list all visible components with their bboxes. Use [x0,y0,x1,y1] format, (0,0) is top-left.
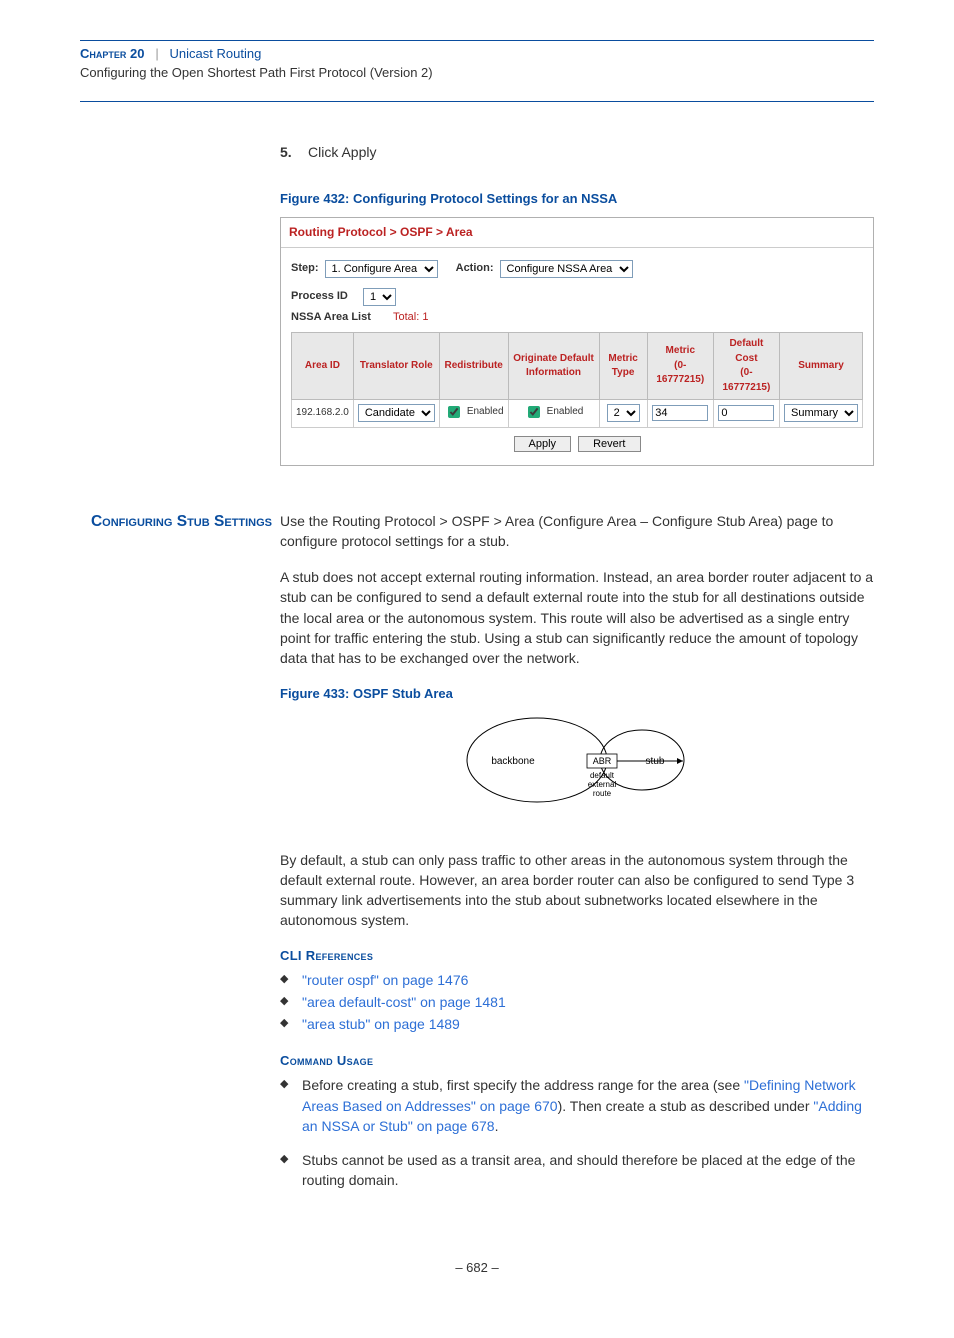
redistribute-checkbox[interactable] [448,406,460,418]
cli-references-list: ◆"router ospf" on page 1476 ◆"area defau… [280,970,874,1035]
redistribute-label: Enabled [467,405,504,420]
cmd1-mid: ). Then create a stub as described under [558,1098,814,1114]
breadcrumb: Routing Protocol > OSPF > Area [281,218,873,248]
header-divider: | [155,46,158,61]
chapter-label: Chapter 20 [80,46,144,61]
th-summary: Summary [779,333,862,400]
cell-metric [647,400,713,428]
metric-type-select[interactable]: 2 [607,404,640,422]
nssa-screenshot: Routing Protocol > OSPF > Area Step: 1. … [280,217,874,466]
cli-ref-link[interactable]: "area default-cost" on page 1481 [302,994,506,1010]
ospf-stub-svg: backbone stub ABR default external route [437,712,717,832]
stub-section: Configuring Stub Settings Use the Routin… [80,511,874,1209]
th-redistribute: Redistribute [439,333,508,400]
stub-body: Use the Routing Protocol > OSPF > Area (… [280,511,874,1209]
th-default-cost: Default Cost (0-16777215) [713,333,779,400]
cell-area-id: 192.168.2.0 [292,400,354,428]
cmd1-pre: Before creating a stub, first specify th… [302,1077,744,1093]
bullet-icon: ◆ [280,1075,302,1136]
summary-select[interactable]: Summary [784,404,858,422]
stub-para1: A stub does not accept external routing … [280,567,874,668]
table-row: 192.168.2.0 Candidate Enabled Enabled [292,400,863,428]
originate-checkbox[interactable] [528,406,540,418]
cell-translator: Candidate [353,400,439,428]
process-id-select[interactable]: 1 [363,288,396,306]
header-rule [80,40,874,41]
action-label: Action: [456,261,494,277]
step-select[interactable]: 1. Configure Area [325,260,438,278]
th-area-id: Area ID [292,333,354,400]
command-usage-heading: Command Usage [280,1052,874,1071]
stub-intro: Use the Routing Protocol > OSPF > Area (… [280,511,874,552]
default-cost-input[interactable] [718,405,774,421]
stub-heading: Configuring Stub Settings [80,511,280,1209]
running-header-line2: Configuring the Open Shortest Path First… [80,64,874,83]
th-metric: Metric (0-16777215) [647,333,713,400]
bullet-icon: ◆ [280,1150,302,1191]
bullet-icon: ◆ [280,992,302,1012]
cmd-usage-item-2: Stubs cannot be used as a transit area, … [302,1150,874,1191]
step-number: 5. [280,142,308,162]
command-usage-list: ◆ Before creating a stub, first specify … [280,1075,874,1190]
nssa-total: Total: 1 [393,310,428,326]
page-root: Chapter 20 | Unicast Routing Configuring… [0,0,954,1338]
revert-button[interactable]: Revert [578,436,640,452]
process-id-label: Process ID [291,289,348,305]
action-select[interactable]: Configure NSSA Area [500,260,633,278]
cell-summary: Summary [779,400,862,428]
screenshot-body: Step: 1. Configure Area Action: Configur… [281,248,873,464]
cell-default-cost [713,400,779,428]
nssa-table: Area ID Translator Role Redistribute Ori… [291,332,863,428]
chapter-title: Unicast Routing [170,46,262,61]
screenshot-buttons: Apply Revert [291,428,863,457]
figure-433-caption: Figure 433: OSPF Stub Area [280,685,874,704]
diagram-abr-label: ABR [593,756,612,766]
th-translator: Translator Role [353,333,439,400]
page-number: – 682 – [80,1259,874,1278]
bullet-icon: ◆ [280,970,302,990]
svg-text:external: external [588,780,617,789]
figure-432-caption: Figure 432: Configuring Protocol Setting… [280,190,874,209]
step-text: Click Apply [308,142,376,162]
cmd-usage-item-1: Before creating a stub, first specify th… [302,1075,874,1136]
stub-para2: By default, a stub can only pass traffic… [280,850,874,931]
cell-metric-type: 2 [599,400,647,428]
diagram-backbone-label: backbone [491,756,535,767]
cli-ref-link[interactable]: "router ospf" on page 1476 [302,972,468,988]
step-label: Step: [291,261,319,277]
th-metric-type: Metric Type [599,333,647,400]
originate-label: Enabled [547,405,584,420]
bullet-icon: ◆ [280,1014,302,1034]
cmd1-end: . [495,1118,499,1134]
apply-button[interactable]: Apply [514,436,572,452]
cell-originate: Enabled [508,400,599,428]
nssa-list-label: NSSA Area List [291,310,371,326]
cli-references-heading: CLI References [280,947,874,966]
content-column: 5. Click Apply Figure 432: Configuring P… [280,142,874,466]
table-header-row: Area ID Translator Role Redistribute Ori… [292,333,863,400]
cli-ref-link[interactable]: "area stub" on page 1489 [302,1016,460,1032]
th-originate: Originate Default Information [508,333,599,400]
running-header-line1: Chapter 20 | Unicast Routing [80,45,874,64]
metric-input[interactable] [652,405,708,421]
step-5: 5. Click Apply [280,142,874,162]
svg-text:default: default [590,771,615,780]
translator-select[interactable]: Candidate [358,404,435,422]
stub-diagram: backbone stub ABR default external route [280,712,874,832]
svg-text:route: route [593,789,612,798]
cell-redistribute: Enabled [439,400,508,428]
header-rule-bottom [80,101,874,102]
